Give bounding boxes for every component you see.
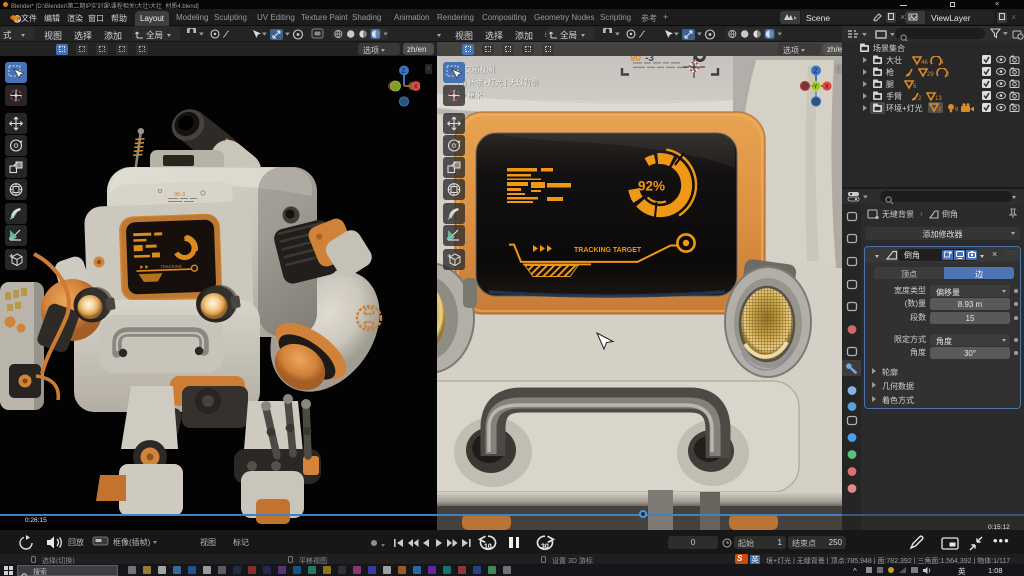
- svg-text:-Y: -Y: [812, 85, 818, 91]
- svg-text:X: X: [414, 84, 418, 91]
- svg-text:10: 10: [484, 544, 492, 551]
- svg-text:TRACKING TARGET: TRACKING TARGET: [574, 247, 642, 254]
- svg-text:X: X: [825, 84, 830, 91]
- svg-text:(0) 环境+灯光 | 天球背景: (0) 环境+灯光 | 天球背景: [457, 77, 539, 87]
- svg-text:Z: Z: [814, 68, 818, 75]
- svg-text:TRACKING: TRACKING: [160, 264, 182, 270]
- svg-text:92%: 92%: [638, 179, 665, 194]
- svg-text:Z: Z: [402, 68, 406, 75]
- svg-text:90-3: 90-3: [174, 192, 185, 198]
- svg-text:30: 30: [541, 544, 549, 551]
